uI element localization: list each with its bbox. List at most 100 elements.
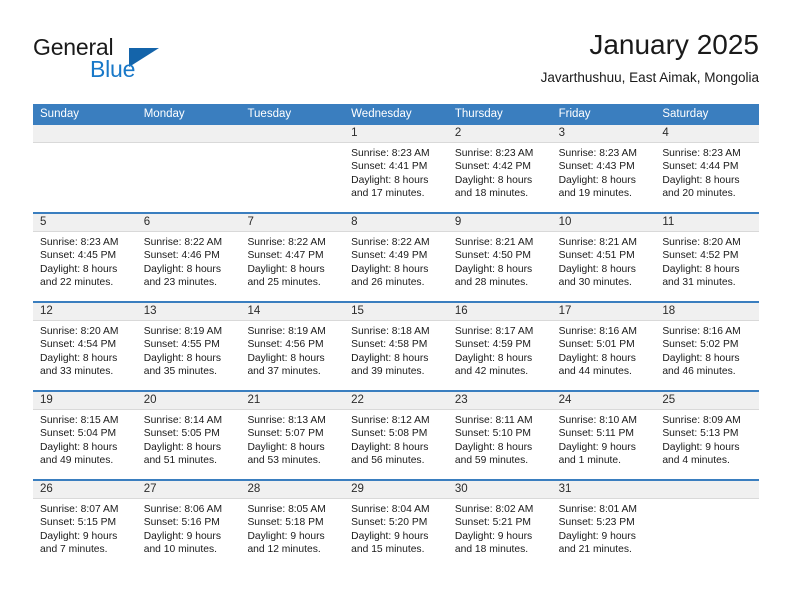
daylight-duration-line1: Daylight: 8 hours — [40, 441, 118, 453]
day-number-band: 18 — [655, 303, 760, 321]
day-details: Sunrise: 8:21 AM Sunset: 4:50 PM Daylight:… — [448, 232, 552, 289]
sunset-time: Sunset: 5:04 PM — [40, 428, 117, 440]
calendar-day-cell[interactable]: 26 Sunrise: 8:07 AM Sunset: 5:15 PM Dayligh… — [33, 481, 137, 568]
day-details: Sunrise: 8:23 AM Sunset: 4:43 PM Daylight:… — [552, 143, 656, 200]
day-number: 20 — [143, 394, 157, 406]
daylight-duration-line1: Daylight: 8 hours — [454, 441, 533, 453]
sunset-time: Sunset: 4:46 PM — [143, 250, 220, 262]
day-number: 26 — [40, 483, 53, 495]
sunrise-time: Sunrise: 8:10 AM — [558, 415, 638, 426]
day-number-band: 3 — [551, 125, 656, 143]
calendar-day-cell[interactable]: 11 Sunrise: 8:20 AM Sunset: 4:52 PM Dayligh… — [655, 214, 760, 301]
day-details: Sunrise: 8:23 AM Sunset: 4:42 PM Daylight:… — [448, 143, 552, 200]
day-number-band: 1 — [344, 125, 448, 143]
day-number-band: 14 — [240, 303, 345, 321]
daylight-duration-line2: and 35 minutes. — [143, 365, 217, 377]
calendar-day-cell[interactable]: 16 Sunrise: 8:17 AM Sunset: 4:59 PM Dayligh… — [447, 303, 552, 390]
calendar-day-cell[interactable]: 29 Sunrise: 8:04 AM Sunset: 5:20 PM Dayligh… — [344, 481, 448, 568]
daylight-duration-line2: and 30 minutes. — [558, 276, 632, 288]
calendar-week-row: 12 Sunrise: 8:20 AM Sunset: 4:54 PM Dayligh… — [33, 301, 760, 390]
calendar-day-cell[interactable]: 2 Sunrise: 8:23 AM Sunset: 4:42 PM Daylight… — [447, 125, 552, 212]
calendar-day-cell[interactable]: 24 Sunrise: 8:10 AM Sunset: 5:11 PM Dayligh… — [551, 392, 656, 479]
daylight-duration-line2: and 56 minutes. — [351, 454, 425, 466]
day-number-band: 28 — [240, 481, 345, 499]
calendar-weeks: 1 Sunrise: 8:23 AM Sunset: 4:41 PM Daylight… — [33, 125, 760, 568]
daylight-duration-line1: Daylight: 8 hours — [454, 263, 533, 275]
calendar-day-cell[interactable]: 25 Sunrise: 8:09 AM Sunset: 5:13 PM Dayligh… — [655, 392, 760, 479]
daylight-duration-line1: Daylight: 8 hours — [454, 174, 533, 186]
daylight-duration-line2: and 19 minutes. — [558, 187, 632, 199]
sunset-time: Sunset: 4:47 PM — [247, 250, 324, 262]
daylight-duration-line2: and 4 minutes. — [662, 454, 730, 466]
day-number: 3 — [558, 127, 565, 139]
day-number-band: 31 — [551, 481, 656, 499]
sunset-time: Sunset: 4:49 PM — [351, 250, 428, 262]
daylight-duration-line1: Daylight: 9 hours — [454, 530, 533, 542]
daylight-duration-line1: Daylight: 8 hours — [558, 263, 636, 275]
day-number-band: 21 — [240, 392, 345, 410]
weekday-header-friday: Friday — [558, 108, 591, 120]
day-details: Sunrise: 8:06 AM Sunset: 5:16 PM Daylight:… — [137, 499, 241, 556]
calendar-day-cell[interactable]: 28 Sunrise: 8:05 AM Sunset: 5:18 PM Dayligh… — [240, 481, 345, 568]
sunset-time: Sunset: 5:11 PM — [558, 428, 634, 440]
calendar-day-cell[interactable]: 22 Sunrise: 8:12 AM Sunset: 5:08 PM Dayligh… — [344, 392, 448, 479]
daylight-duration-line2: and 26 minutes. — [351, 276, 425, 288]
sunrise-time: Sunrise: 8:20 AM — [662, 237, 741, 248]
calendar-day-cell[interactable]: 12 Sunrise: 8:20 AM Sunset: 4:54 PM Dayligh… — [33, 303, 137, 390]
sunrise-time: Sunrise: 8:23 AM — [558, 148, 638, 159]
sunrise-time: Sunrise: 8:13 AM — [247, 415, 326, 426]
daylight-duration-line1: Daylight: 8 hours — [40, 263, 118, 275]
sunrise-time: Sunrise: 8:01 AM — [558, 504, 638, 515]
calendar-day-cell[interactable]: 19 Sunrise: 8:15 AM Sunset: 5:04 PM Dayligh… — [33, 392, 137, 479]
day-number-band: 10 — [551, 214, 656, 232]
calendar-day-cell[interactable]: 14 Sunrise: 8:19 AM Sunset: 4:56 PM Dayligh… — [240, 303, 345, 390]
general-blue-logo: General Blue — [33, 34, 223, 86]
day-number: 5 — [40, 216, 47, 228]
day-number: 16 — [454, 305, 468, 317]
sunset-time: Sunset: 5:13 PM — [662, 428, 739, 440]
sunset-time: Sunset: 5:05 PM — [143, 428, 220, 440]
calendar-day-cell[interactable]: 6 Sunrise: 8:22 AM Sunset: 4:46 PM Daylight… — [136, 214, 241, 301]
calendar-day-cell[interactable]: 20 Sunrise: 8:14 AM Sunset: 5:05 PM Dayligh… — [136, 392, 241, 479]
day-number-band: 9 — [447, 214, 552, 232]
calendar-day-cell[interactable]: 7 Sunrise: 8:22 AM Sunset: 4:47 PM Daylight… — [240, 214, 345, 301]
day-number: 24 — [558, 394, 572, 406]
day-number: 6 — [143, 216, 151, 228]
daylight-duration-line2: and 31 minutes. — [662, 276, 736, 288]
calendar-day-cell[interactable]: 21 Sunrise: 8:13 AM Sunset: 5:07 PM Dayligh… — [240, 392, 345, 479]
calendar-day-cell[interactable]: 17 Sunrise: 8:16 AM Sunset: 5:01 PM Dayligh… — [551, 303, 656, 390]
day-number-band: 29 — [344, 481, 448, 499]
daylight-duration-line2: and 39 minutes. — [351, 365, 425, 377]
day-number: 28 — [247, 483, 261, 495]
calendar-day-cell[interactable]: 10 Sunrise: 8:21 AM Sunset: 4:51 PM Dayligh… — [551, 214, 656, 301]
calendar-week-row: 19 Sunrise: 8:15 AM Sunset: 5:04 PM Dayligh… — [33, 390, 760, 479]
calendar-week-row: 1 Sunrise: 8:23 AM Sunset: 4:41 PM Daylight… — [33, 125, 760, 212]
day-number: 21 — [247, 394, 261, 406]
calendar-day-cell[interactable]: 9 Sunrise: 8:21 AM Sunset: 4:50 PM Daylight… — [447, 214, 552, 301]
sunrise-time: Sunrise: 8:09 AM — [662, 415, 741, 426]
calendar-day-cell[interactable]: 23 Sunrise: 8:11 AM Sunset: 5:10 PM Dayligh… — [447, 392, 552, 479]
calendar-day-cell[interactable]: 4 Sunrise: 8:23 AM Sunset: 4:44 PM Daylight… — [655, 125, 760, 212]
day-details: Sunrise: 8:18 AM Sunset: 4:58 PM Daylight:… — [344, 321, 448, 378]
sunset-time: Sunset: 5:21 PM — [454, 517, 532, 529]
day-details: Sunrise: 8:19 AM Sunset: 4:56 PM Daylight:… — [240, 321, 344, 378]
calendar-day-cell[interactable]: 13 Sunrise: 8:19 AM Sunset: 4:55 PM Dayligh… — [136, 303, 241, 390]
calendar-day-cell[interactable]: 3 Sunrise: 8:23 AM Sunset: 4:43 PM Daylight… — [551, 125, 656, 212]
daylight-duration-line1: Daylight: 8 hours — [351, 263, 429, 275]
calendar-day-cell[interactable]: 31 Sunrise: 8:01 AM Sunset: 5:23 PM Dayligh… — [551, 481, 656, 568]
calendar-day-cell[interactable]: 5 Sunrise: 8:23 AM Sunset: 4:45 PM Daylight… — [33, 214, 137, 301]
calendar-day-cell[interactable]: 8 Sunrise: 8:22 AM Sunset: 4:49 PM Daylight… — [344, 214, 448, 301]
calendar-day-cell[interactable]: 27 Sunrise: 8:06 AM Sunset: 5:16 PM Dayligh… — [136, 481, 241, 568]
sunrise-time: Sunrise: 8:18 AM — [351, 326, 430, 337]
day-number: 1 — [351, 127, 358, 139]
daylight-duration-line1: Daylight: 9 hours — [143, 530, 221, 542]
sunrise-time: Sunrise: 8:14 AM — [143, 415, 223, 426]
daylight-duration-line1: Daylight: 9 hours — [40, 530, 118, 542]
calendar-day-cell[interactable]: 15 Sunrise: 8:18 AM Sunset: 4:58 PM Dayligh… — [344, 303, 448, 390]
calendar-day-cell[interactable]: 30 Sunrise: 8:02 AM Sunset: 5:21 PM Dayligh… — [447, 481, 552, 568]
sunset-time: Sunset: 4:51 PM — [558, 250, 635, 262]
calendar-day-cell[interactable]: 18 Sunrise: 8:16 AM Sunset: 5:02 PM Dayligh… — [655, 303, 760, 390]
day-details: Sunrise: 8:22 AM Sunset: 4:49 PM Daylight:… — [344, 232, 448, 289]
calendar-day-cell[interactable]: 1 Sunrise: 8:23 AM Sunset: 4:41 PM Daylight… — [344, 125, 448, 212]
day-number-band: 19 — [33, 392, 137, 410]
